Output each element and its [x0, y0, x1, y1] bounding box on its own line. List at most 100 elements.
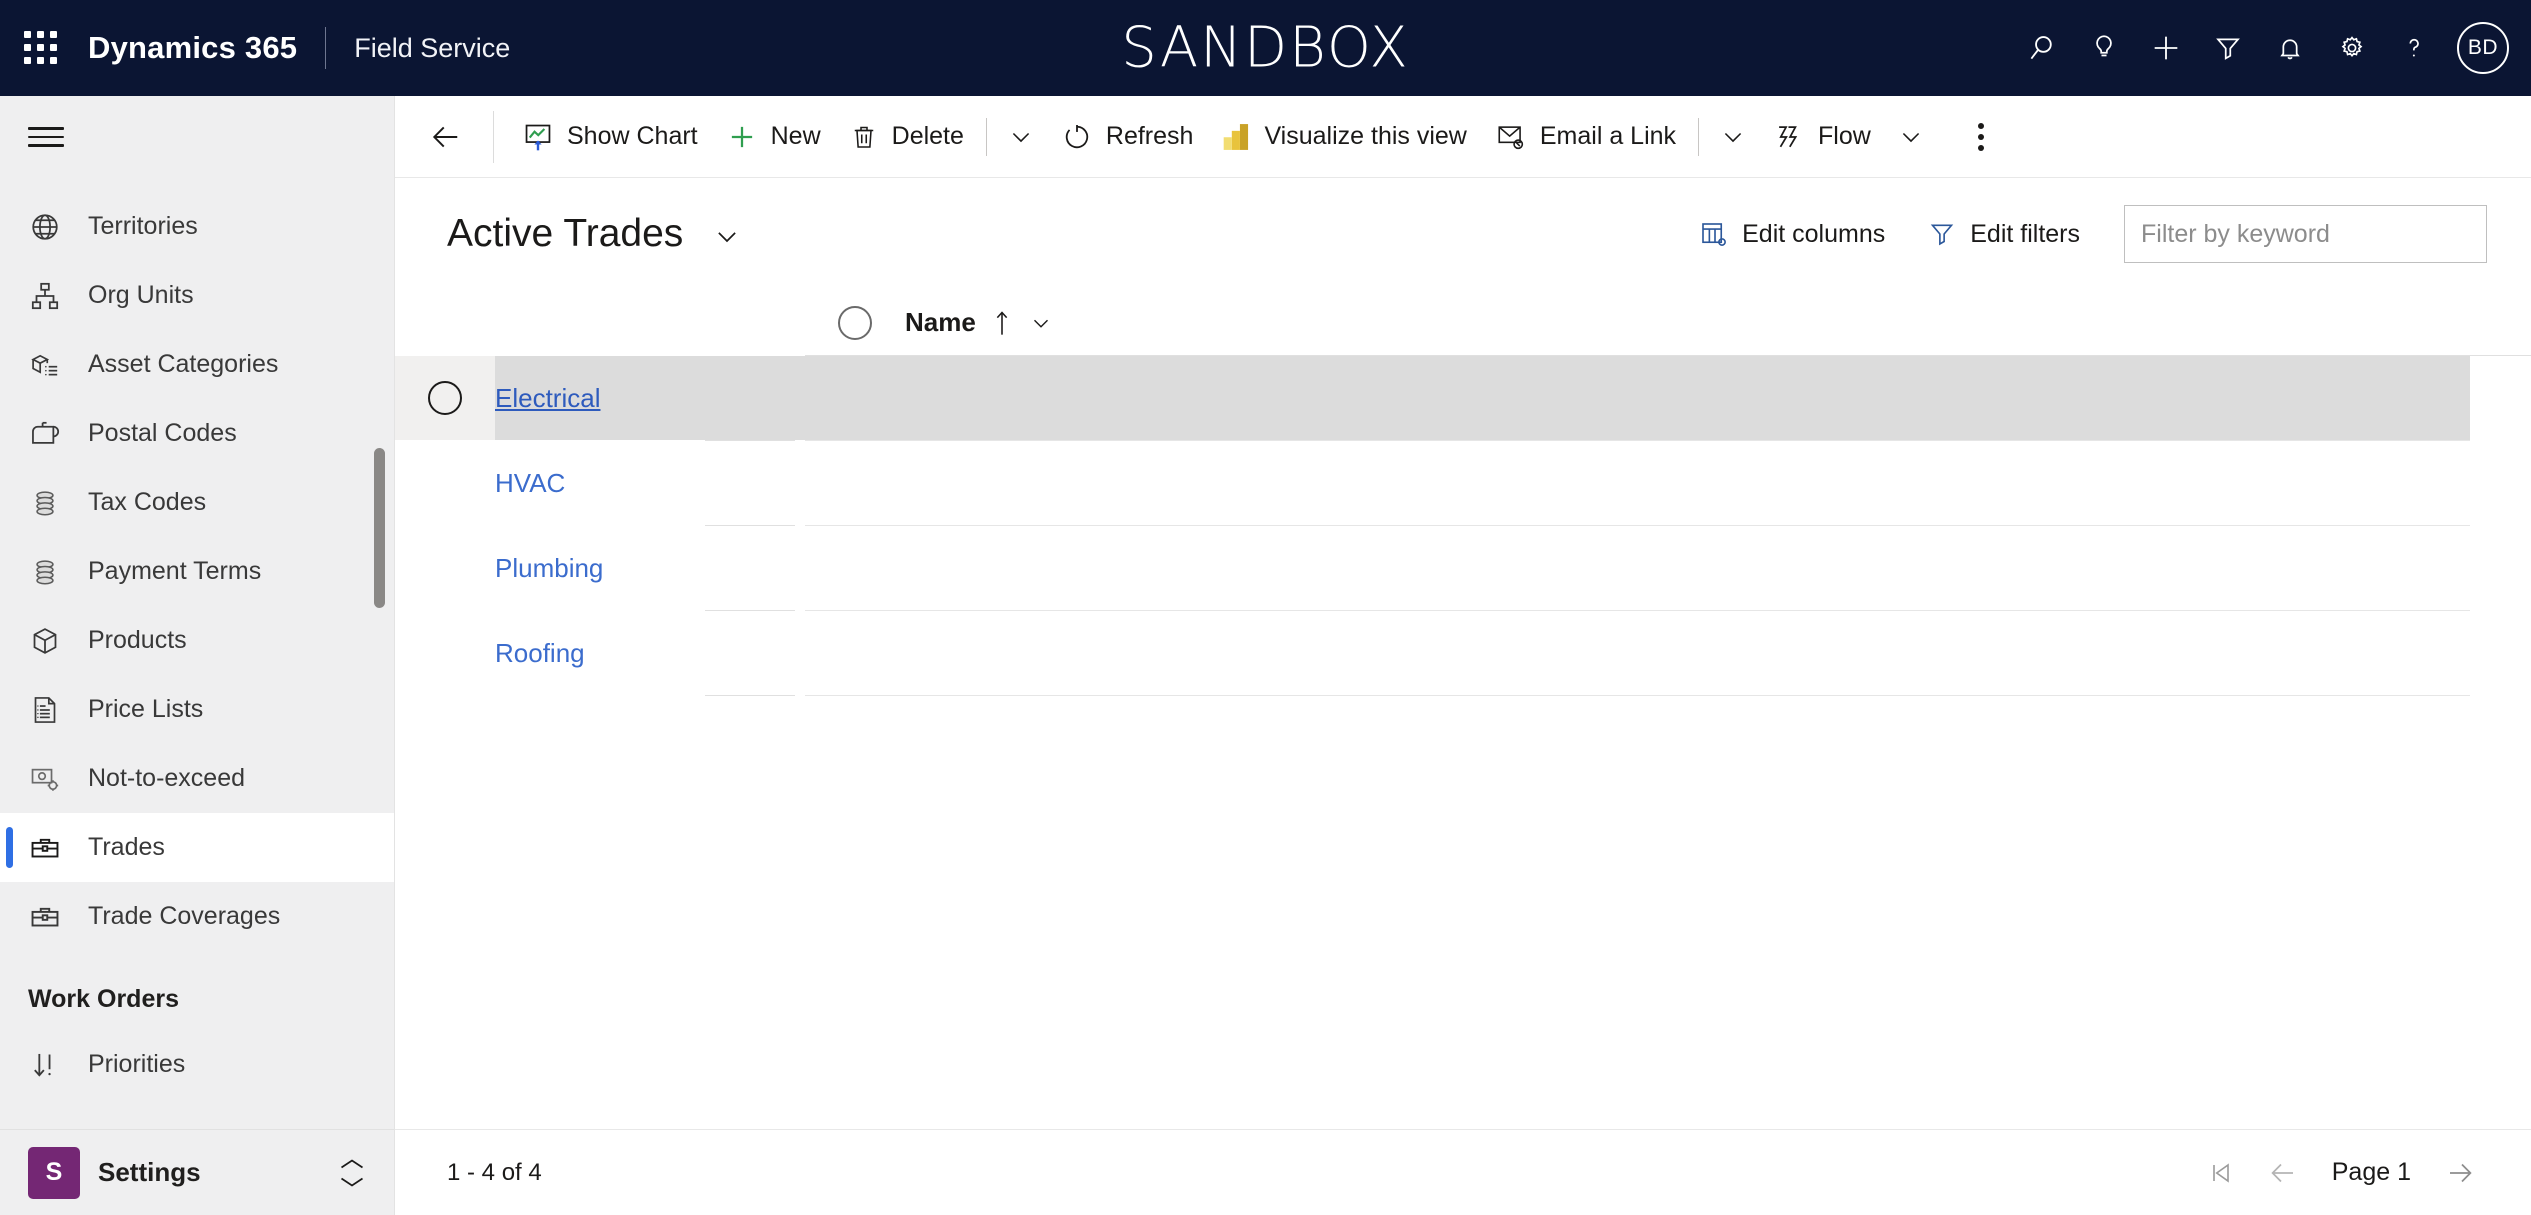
delete-button[interactable]: Delete [835, 104, 978, 170]
select-all-checkbox[interactable] [805, 305, 905, 340]
flow-dropdown-chevron-down-icon[interactable] [1885, 104, 1937, 170]
sidebar-item-payment-terms[interactable]: Payment Terms [0, 537, 394, 606]
toolbox-icon [28, 831, 72, 865]
row-checkbox[interactable] [395, 526, 495, 610]
new-label: New [770, 122, 821, 150]
sidebar-item-label: Asset Categories [88, 350, 279, 378]
sidebar-item-territories[interactable]: Territories [0, 192, 394, 261]
column-menu-chevron-down-icon[interactable] [1028, 310, 1054, 336]
sidebar-item-tax-codes[interactable]: Tax Codes [0, 468, 394, 537]
area-switcher-label: Settings [98, 1157, 201, 1187]
sidebar-item-trade-coverages[interactable]: Trade Coverages [0, 882, 394, 951]
grid-footer: 1 - 4 of 4 Page 1 [395, 1129, 2531, 1215]
new-button[interactable]: New [712, 104, 835, 170]
row-background [395, 526, 2470, 610]
edit-filters-label: Edit filters [1970, 219, 2080, 248]
row-link-name[interactable]: Electrical [495, 383, 600, 414]
globe-icon [28, 210, 72, 244]
asset-category-icon [28, 348, 72, 382]
sidebar-scrollbar[interactable] [374, 448, 385, 608]
sidebar-item-trades[interactable]: Trades [0, 813, 394, 882]
sidebar-nav: Territories Org Units Asset Categories P… [0, 178, 394, 1129]
flow-icon [1773, 121, 1805, 153]
area-badge: S [28, 1146, 80, 1199]
grid-body: Electrical HVAC Plumbing Roofing [395, 356, 2531, 1129]
hamburger-icon[interactable] [0, 96, 394, 178]
org-chart-icon [28, 279, 72, 313]
power-bi-icon [1221, 121, 1251, 153]
back-button[interactable] [413, 104, 479, 170]
box-icon [28, 624, 72, 658]
mailbox-icon [28, 417, 72, 451]
document-list-icon [28, 693, 72, 727]
lightbulb-icon[interactable] [2073, 17, 2135, 79]
show-chart-button[interactable]: Show Chart [508, 104, 712, 170]
row-link-name[interactable]: Plumbing [495, 553, 603, 584]
gear-icon[interactable] [2321, 17, 2383, 79]
trash-icon [849, 122, 879, 152]
area-switcher[interactable]: S Settings [0, 1129, 394, 1215]
view-selector-chevron-down-icon[interactable] [712, 221, 742, 251]
refresh-button[interactable]: Refresh [1047, 104, 1208, 170]
email-menu-divider [1698, 117, 1700, 156]
app-name[interactable]: Field Service [354, 33, 510, 64]
row-link-name[interactable]: HVAC [495, 468, 565, 499]
edit-columns-label: Edit columns [1742, 219, 1886, 248]
table-row[interactable]: Roofing [395, 611, 2531, 695]
visualize-this-view-button[interactable]: Visualize this view [1207, 104, 1480, 170]
delete-menu-divider [985, 117, 987, 156]
edit-filters-button[interactable]: Edit filters [1927, 219, 2080, 249]
first-page-button[interactable] [2190, 1142, 2252, 1204]
row-checkbox[interactable] [395, 611, 495, 695]
stack-disc-icon [28, 555, 72, 589]
command-bar-divider [493, 110, 494, 163]
sidebar-item-postal-codes[interactable]: Postal Codes [0, 399, 394, 468]
row-divider [705, 695, 2470, 696]
app-root: Dynamics 365 Field Service SANDBOX BD Te… [0, 0, 2531, 1215]
show-chart-label: Show Chart [567, 122, 698, 150]
view-selector[interactable]: Active Trades [447, 212, 742, 256]
row-checkbox[interactable] [395, 356, 495, 440]
sidebar-item-not-to-exceed[interactable]: Not-to-exceed [0, 744, 394, 813]
flow-button[interactable]: Flow [1759, 104, 1885, 170]
row-background [395, 356, 2470, 440]
search-input[interactable] [2141, 219, 2470, 249]
more-commands-button[interactable] [1951, 104, 2011, 170]
filter-by-keyword-box[interactable] [2124, 205, 2487, 263]
edit-columns-button[interactable]: Edit columns [1699, 219, 1885, 249]
table-row[interactable]: Electrical [395, 356, 2531, 440]
main-content: Show Chart New Delete Refresh Visualize … [395, 96, 2531, 1215]
plus-icon[interactable] [2135, 17, 2197, 79]
table-row[interactable]: HVAC [395, 441, 2531, 525]
header-divider [325, 27, 327, 69]
sidebar-item-label: Price Lists [88, 695, 204, 723]
row-checkbox[interactable] [395, 441, 495, 525]
sidebar-item-org-units[interactable]: Org Units [0, 261, 394, 330]
waffle-icon[interactable] [24, 31, 58, 65]
not-to-exceed-icon [28, 762, 72, 796]
sidebar-item-asset-categories[interactable]: Asset Categories [0, 330, 394, 399]
row-background [395, 611, 2470, 695]
next-page-button[interactable] [2429, 1142, 2491, 1204]
table-row[interactable]: Plumbing [395, 526, 2531, 610]
search-icon[interactable] [2011, 17, 2073, 79]
question-icon[interactable] [2383, 17, 2445, 79]
sidebar-item-priorities[interactable]: Priorities [0, 1030, 394, 1099]
avatar[interactable]: BD [2457, 22, 2509, 74]
bell-icon[interactable] [2259, 17, 2321, 79]
row-link-name[interactable]: Roofing [495, 638, 585, 669]
delete-label: Delete [891, 122, 964, 150]
column-header-name[interactable]: Name [905, 307, 1054, 338]
sidebar-item-label: Org Units [88, 281, 194, 309]
brand-title[interactable]: Dynamics 365 [88, 30, 297, 66]
sidebar-item-products[interactable]: Products [0, 606, 394, 675]
email-link-label: Email a Link [1539, 122, 1677, 150]
email-dropdown-chevron-down-icon[interactable] [1707, 104, 1759, 170]
previous-page-button[interactable] [2252, 1142, 2314, 1204]
delete-dropdown-chevron-down-icon[interactable] [995, 104, 1047, 170]
sidebar: Territories Org Units Asset Categories P… [0, 96, 395, 1215]
email-a-link-button[interactable]: Email a Link [1481, 104, 1690, 170]
record-count: 1 - 4 of 4 [447, 1158, 542, 1186]
sidebar-item-price-lists[interactable]: Price Lists [0, 675, 394, 744]
filter-icon[interactable] [2197, 17, 2259, 79]
